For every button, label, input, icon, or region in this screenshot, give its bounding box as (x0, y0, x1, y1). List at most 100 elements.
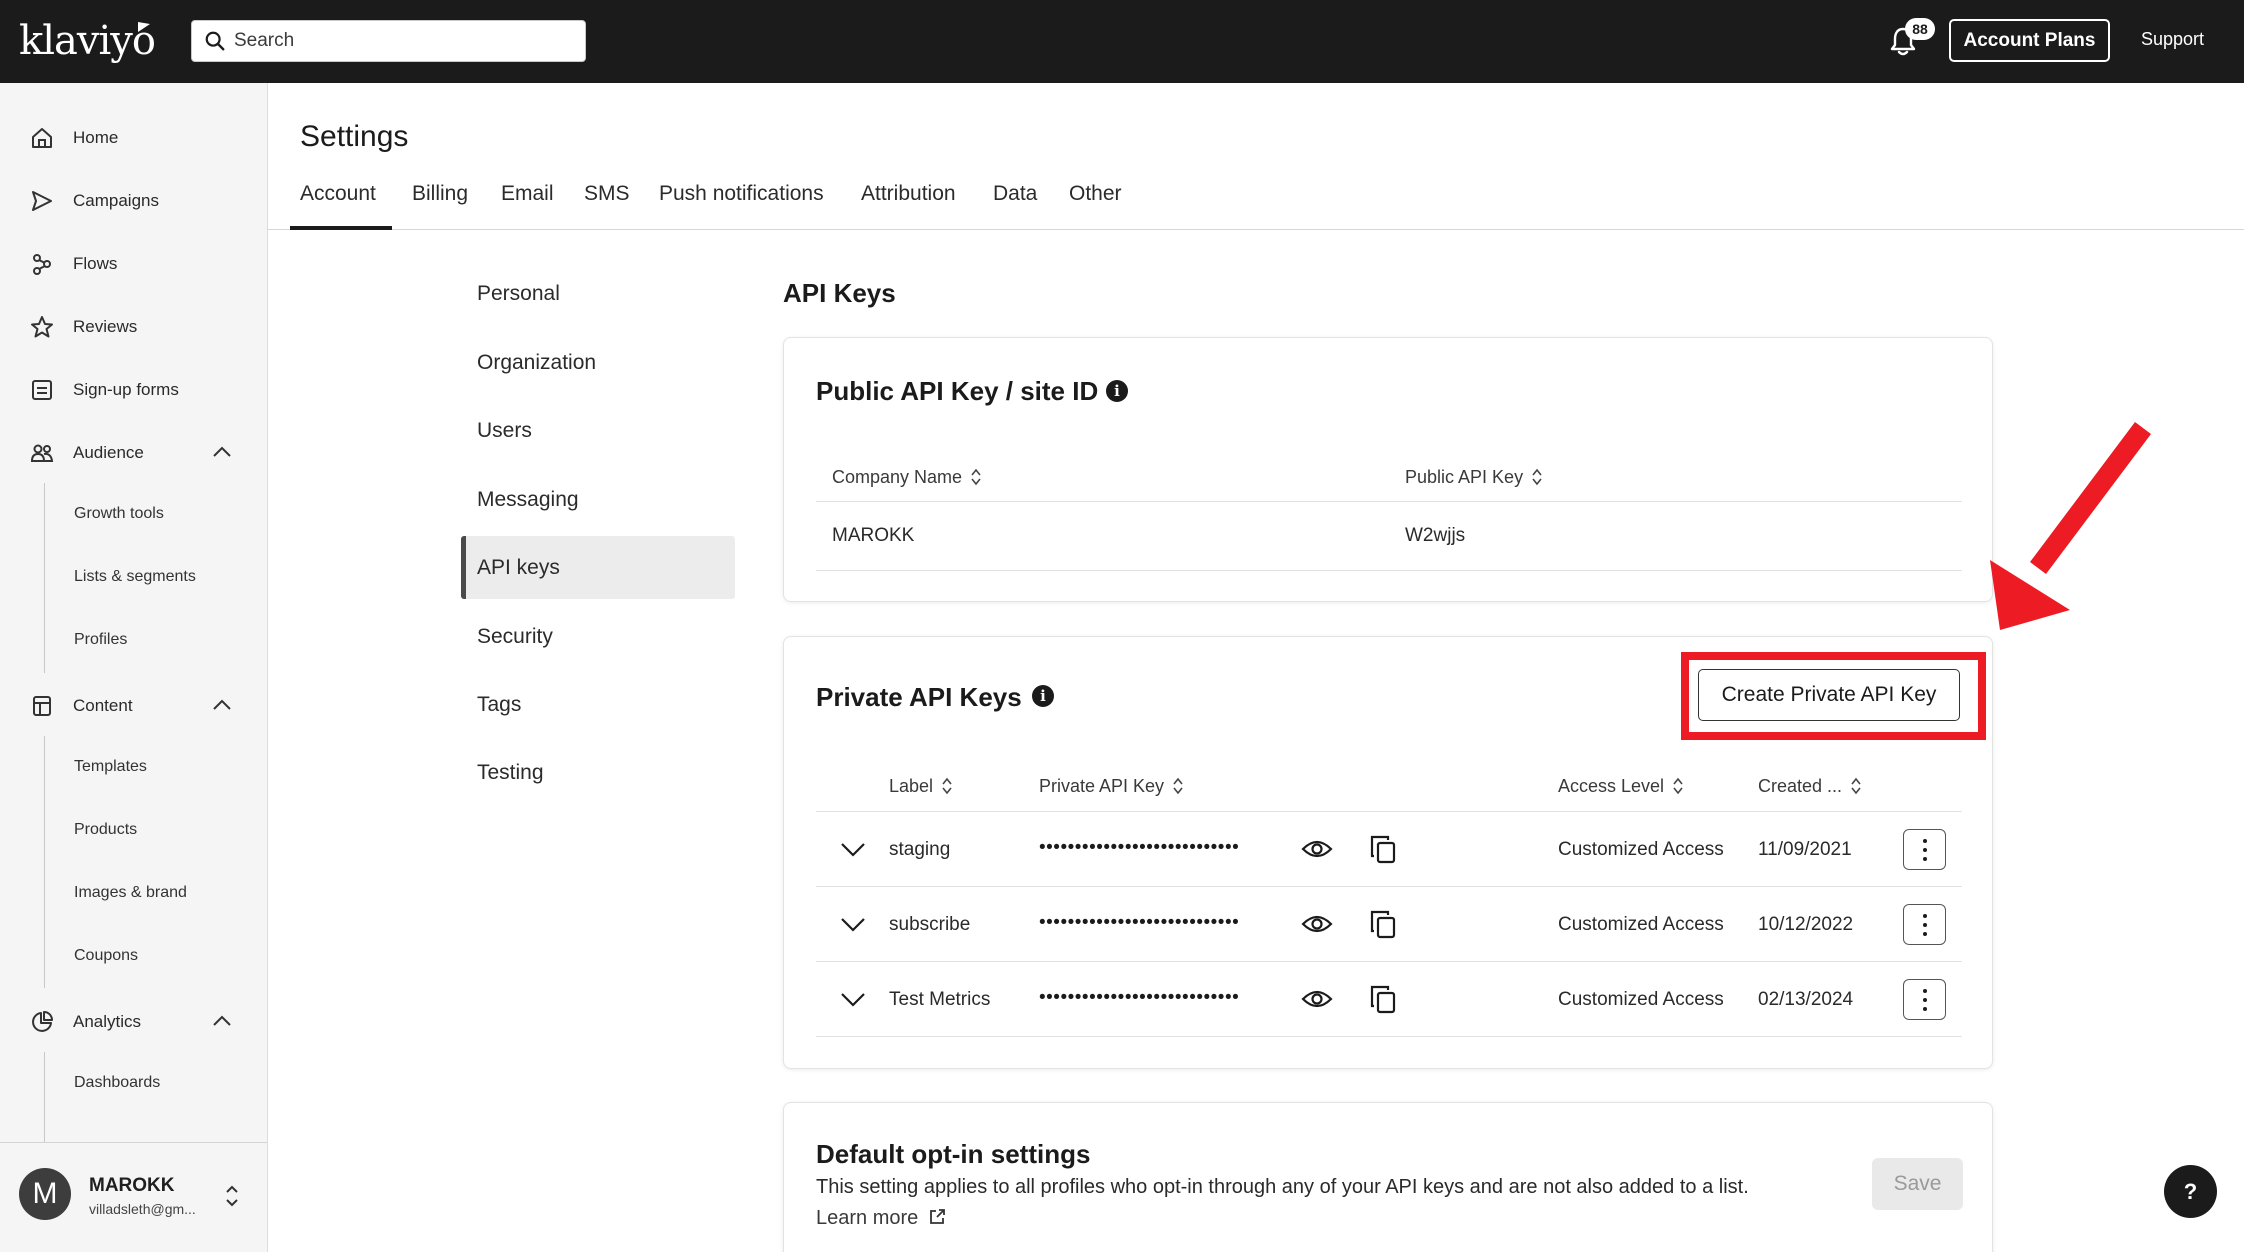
klaviyo-logo[interactable]: klaviyo (19, 18, 156, 64)
column-header-label: Access Level (1558, 776, 1665, 796)
row-actions-kebab-icon[interactable] (1903, 829, 1946, 870)
chevron-up-icon[interactable] (212, 444, 232, 458)
sort-icon (1851, 777, 1861, 795)
sidebar-subitem-templates[interactable]: Templates (74, 758, 147, 776)
chevron-down-icon[interactable] (840, 842, 866, 858)
sidebar-item-analytics[interactable]: Analytics (0, 999, 267, 1043)
copy-icon[interactable] (1369, 834, 1397, 864)
chevron-up-icon[interactable] (212, 1013, 232, 1027)
learn-more-link[interactable]: Learn more (816, 1207, 946, 1230)
eye-icon[interactable] (1301, 837, 1333, 861)
sidebar-subitem-dashboards[interactable]: Dashboards (74, 1074, 160, 1092)
sidebar-subitem-lists-segments[interactable]: Lists & segments (74, 568, 196, 586)
page-title: Settings (300, 120, 409, 153)
subnav-testing[interactable]: Testing (477, 761, 544, 785)
column-header-company-name[interactable]: Company Name (832, 467, 982, 488)
support-link[interactable]: Support (2141, 29, 2204, 50)
access-level-cell: Customized Access (1558, 989, 1724, 1010)
sidebar-item-signup-forms[interactable]: Sign-up forms (0, 367, 267, 411)
subnav-tags[interactable]: Tags (477, 693, 521, 717)
form-icon (32, 380, 52, 400)
search-input[interactable] (234, 21, 574, 61)
subnav-security[interactable]: Security (477, 625, 553, 649)
sidebar-item-label: Content (73, 696, 133, 715)
sort-icon (971, 468, 981, 486)
column-header-access-level[interactable]: Access Level (1558, 776, 1684, 797)
account-plans-button[interactable]: Account Plans (1949, 19, 2110, 62)
info-icon[interactable]: i (1032, 685, 1054, 707)
red-arrow-annotation-icon (1990, 422, 2151, 630)
row-actions-kebab-icon[interactable] (1903, 904, 1946, 945)
tab-sms[interactable]: SMS (584, 182, 630, 206)
tab-account[interactable]: Account (300, 182, 376, 206)
masked-key-cell: •••••••••••••••••••••••••••• (1039, 987, 1240, 1008)
sidebar-item-flows[interactable]: Flows (0, 241, 267, 285)
sidebar-subitem-profiles[interactable]: Profiles (74, 631, 127, 649)
table-divider (816, 570, 1962, 571)
public-api-key-cell: W2wjjs (1405, 525, 1466, 546)
tab-push-notifications[interactable]: Push notifications (659, 182, 824, 206)
tab-email[interactable]: Email (501, 182, 554, 206)
column-header-label-col[interactable]: Label (889, 776, 953, 797)
column-header-label: Created ... (1758, 776, 1843, 796)
tab-data[interactable]: Data (993, 182, 1037, 206)
subnav-personal[interactable]: Personal (477, 282, 560, 306)
account-switcher[interactable]: M MAROKK villadsleth@gm... (0, 1142, 267, 1252)
sidebar-item-audience[interactable]: Audience (0, 430, 267, 474)
learn-more-label: Learn more (816, 1207, 919, 1229)
sidebar-subitem-coupons[interactable]: Coupons (74, 947, 138, 965)
eye-icon[interactable] (1301, 912, 1333, 936)
subnav-users[interactable]: Users (477, 419, 532, 443)
sort-icon (1173, 777, 1183, 795)
sidebar-item-campaigns[interactable]: Campaigns (0, 178, 267, 222)
info-icon[interactable]: i (1106, 380, 1128, 402)
chevron-down-icon[interactable] (840, 992, 866, 1008)
sort-icon (1532, 468, 1542, 486)
table-divider (816, 1036, 1962, 1037)
key-label-cell: Test Metrics (889, 989, 991, 1010)
sidebar-item-label: Audience (73, 443, 144, 462)
optin-description: This setting applies to all profiles who… (816, 1176, 1749, 1198)
chevron-up-icon[interactable] (212, 697, 232, 711)
settings-tabs: Account Billing Email SMS Push notificat… (268, 170, 2244, 230)
help-button[interactable]: ? (2164, 1165, 2217, 1218)
sidebar-item-content[interactable]: Content (0, 683, 267, 727)
company-name-cell: MAROKK (832, 525, 915, 546)
created-date-cell: 11/09/2021 (1758, 839, 1852, 860)
tab-other[interactable]: Other (1069, 182, 1122, 206)
copy-icon[interactable] (1369, 909, 1397, 939)
access-level-cell: Customized Access (1558, 839, 1724, 860)
subnav-organization[interactable]: Organization (477, 351, 596, 375)
search-box[interactable] (191, 20, 586, 62)
key-label-cell: staging (889, 839, 951, 860)
masked-key-cell: •••••••••••••••••••••••••••• (1039, 912, 1240, 933)
table-divider (816, 501, 1962, 502)
sidebar-subitem-growth-tools[interactable]: Growth tools (74, 505, 164, 523)
eye-icon[interactable] (1301, 987, 1333, 1011)
sidebar-item-label: Sign-up forms (73, 380, 179, 399)
avatar: M (19, 1168, 71, 1220)
copy-icon[interactable] (1369, 984, 1397, 1014)
tab-billing[interactable]: Billing (412, 182, 468, 206)
column-header-private-api-key[interactable]: Private API Key (1039, 776, 1184, 797)
column-header-label: Public API Key (1405, 467, 1524, 487)
sidebar-subitem-products[interactable]: Products (74, 821, 137, 839)
chevron-down-icon[interactable] (840, 917, 866, 933)
column-header-public-api-key[interactable]: Public API Key (1405, 467, 1543, 488)
masked-key-cell: •••••••••••••••••••••••••••• (1039, 837, 1240, 858)
star-icon (31, 316, 53, 338)
subnav-messaging[interactable]: Messaging (477, 488, 579, 512)
account-name: MAROKK (89, 1175, 175, 1196)
active-tab-indicator (290, 226, 392, 230)
subnav-api-keys[interactable]: API keys (477, 556, 560, 580)
column-header-created[interactable]: Created ... (1758, 776, 1862, 797)
content-icon (33, 696, 51, 716)
sidebar-item-reviews[interactable]: Reviews (0, 304, 267, 348)
chevron-updown-icon[interactable] (224, 1183, 240, 1209)
row-actions-kebab-icon[interactable] (1903, 979, 1946, 1020)
sidebar-item-home[interactable]: Home (0, 115, 267, 159)
save-button[interactable]: Save (1872, 1158, 1963, 1210)
tab-attribution[interactable]: Attribution (861, 182, 956, 206)
sort-icon (1673, 777, 1683, 795)
sidebar-subitem-images-brand[interactable]: Images & brand (74, 884, 187, 902)
